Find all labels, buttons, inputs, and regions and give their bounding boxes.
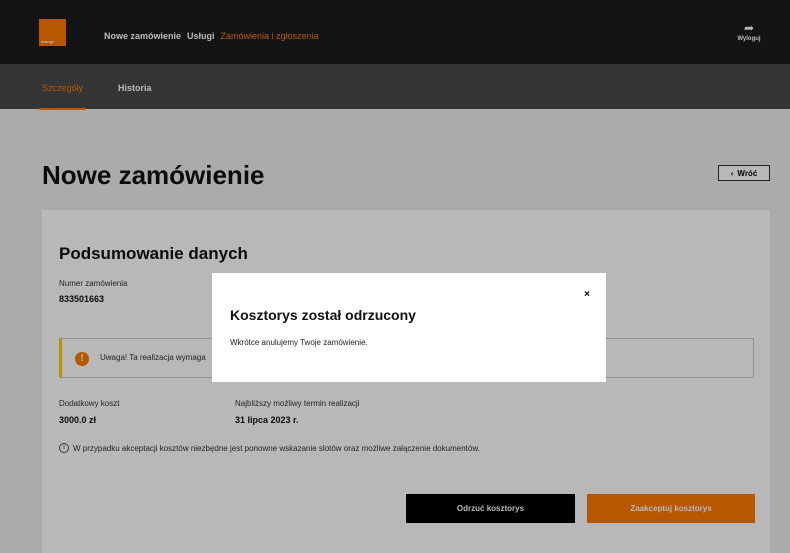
dialog-message: Wkrótce anulujemy Twoje zamówienie. [230, 338, 368, 347]
dialog-title: Kosztorys został odrzucony [230, 307, 416, 323]
estimate-rejected-dialog: × Kosztorys został odrzucony Wkrótce anu… [212, 273, 606, 382]
close-icon[interactable]: × [584, 289, 590, 300]
